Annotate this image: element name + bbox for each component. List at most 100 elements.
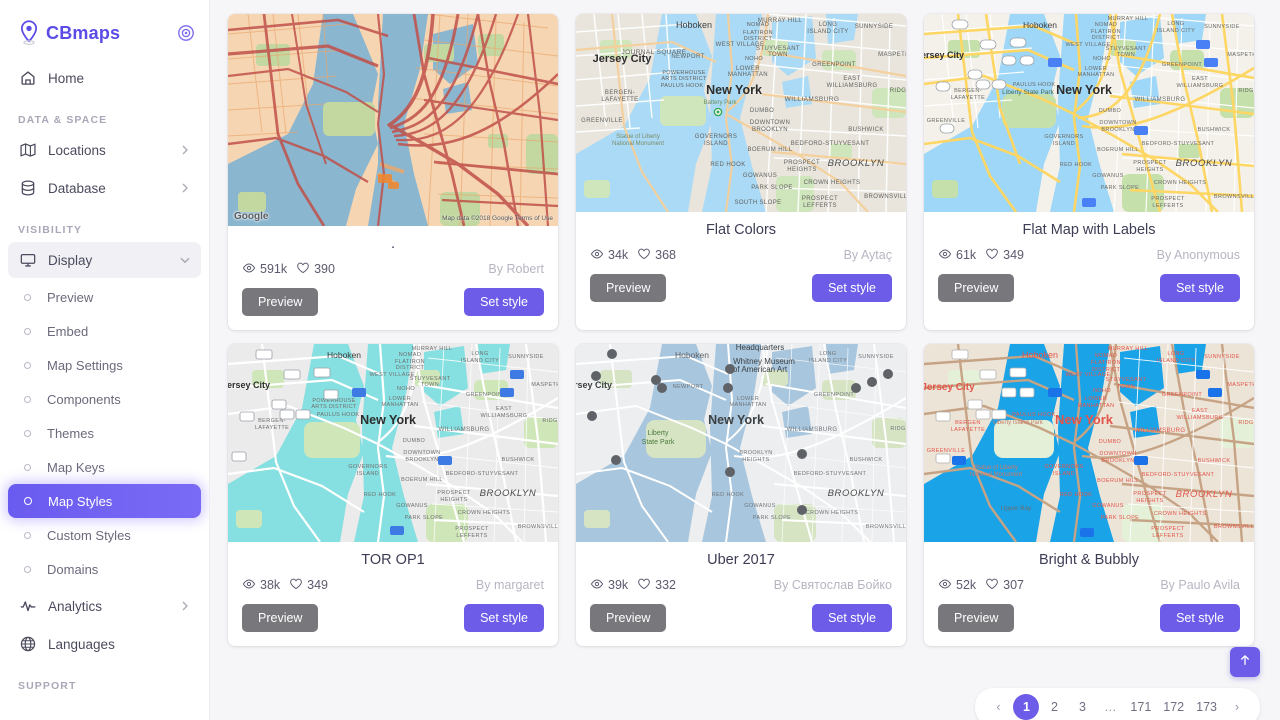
card-body: TOR OP1 38k 349 By margaret Preview Set … [228, 542, 558, 646]
svg-text:DISTRICT: DISTRICT [1092, 35, 1121, 41]
pagination-prev[interactable]: ‹ [985, 694, 1011, 720]
map-thumbnail-muted-grey[interactable]: Jersey City Hoboken New York Headquarter… [576, 344, 906, 542]
sidebar-item-embed[interactable]: Embed [8, 314, 201, 348]
card-body: . 591k 390 By Robert Preview Set style [228, 226, 558, 330]
svg-text:ISLAND: ISLAND [704, 141, 728, 147]
map-art [228, 14, 558, 226]
svg-text:DUMBO: DUMBO [1099, 108, 1122, 114]
sidebar-item-database[interactable]: Database [8, 170, 201, 206]
svg-text:ISLAND CITY: ISLAND CITY [1157, 28, 1195, 34]
svg-text:LONG: LONG [819, 22, 838, 28]
card-body: Flat Colors 34k 368 By Aytaç Preview Set… [576, 212, 906, 316]
pagination-page-171[interactable]: 171 [1125, 694, 1156, 720]
preview-button[interactable]: Preview [242, 604, 319, 632]
card-meta-row: 39k 332 By Святослав Бойко [590, 576, 892, 594]
set-style-button[interactable]: Set style [1160, 604, 1240, 632]
svg-text:GOVERNORS: GOVERNORS [1044, 464, 1083, 470]
pagination-next[interactable]: › [1224, 694, 1250, 720]
pagination-page-3[interactable]: 3 [1069, 694, 1095, 720]
svg-text:ARTS DISTRICT: ARTS DISTRICT [311, 404, 357, 410]
sidebar-item-domains[interactable]: Domains [8, 552, 201, 586]
map-thumbnail-vivid-blue[interactable]: Jersey City Hoboken New York Liberty Isl… [924, 344, 1254, 542]
pagination-page-1[interactable]: 1 [1013, 694, 1040, 720]
svg-text:LAFAYETTE: LAFAYETTE [255, 425, 289, 431]
svg-text:Jersey City: Jersey City [593, 53, 653, 65]
app-root: CBmaps Home DATA & SPACE Locations Datab… [0, 0, 1280, 720]
eye-icon [242, 261, 260, 278]
card-author: By Святослав Бойко [773, 578, 892, 592]
svg-text:MASPETH: MASPETH [878, 52, 906, 58]
map-thumbnail-turquoise-water[interactable]: Jersey City Hoboken New York PAULUS HOOK… [228, 344, 558, 542]
eye-icon [242, 577, 260, 594]
preview-button[interactable]: Preview [590, 274, 667, 302]
sidebar-item-custom-styles[interactable]: Custom Styles [8, 518, 201, 552]
set-style-button[interactable]: Set style [812, 604, 892, 632]
svg-text:GOVERNORS: GOVERNORS [1044, 134, 1083, 140]
svg-text:BROOKLYN: BROOKLYN [828, 488, 885, 499]
map-style-card[interactable]: Jersey City Hoboken New York Liberty Isl… [924, 344, 1254, 646]
svg-text:WEST VILLAGE: WEST VILLAGE [1065, 42, 1110, 48]
sidebar-item-languages[interactable]: Languages [8, 626, 201, 662]
preview-button[interactable]: Preview [938, 604, 1015, 632]
bullet-icon [24, 565, 31, 573]
preview-button[interactable]: Preview [938, 274, 1015, 302]
sidebar-item-themes[interactable]: Themes [8, 416, 201, 450]
svg-text:LAFAYETTE: LAFAYETTE [601, 97, 638, 103]
display-subnav: Preview Embed Map Settings Components Th… [0, 280, 209, 586]
svg-text:BROOKLYN: BROOKLYN [828, 158, 885, 169]
pagination-page-2[interactable]: 2 [1041, 694, 1067, 720]
pagination-page-172[interactable]: 172 [1158, 694, 1189, 720]
chevron-down-icon [179, 254, 191, 266]
sidebar-item-map-styles[interactable]: Map Styles [8, 484, 201, 518]
map-thumbnail-orange-roads[interactable]: Google Map data ©2018 Google Terms of Us… [228, 14, 558, 226]
set-style-button[interactable]: Set style [1160, 274, 1240, 302]
set-style-button[interactable]: Set style [464, 604, 544, 632]
map-style-card[interactable]: Jersey City Hoboken New York Liberty Sta… [924, 14, 1254, 330]
globe-icon [18, 634, 38, 654]
map-style-card[interactable]: JOURNAL SQUARE BERGEN- LAFAYETTE GREENVI… [576, 14, 906, 330]
card-author: By margaret [475, 578, 544, 592]
monitor-icon [18, 250, 38, 270]
scroll-to-top-button[interactable] [1230, 647, 1260, 677]
map-art: Jersey City Hoboken New York Liberty Sta… [924, 14, 1254, 212]
map-style-card[interactable]: Jersey City Hoboken New York PAULUS HOOK… [228, 344, 558, 646]
bullet-icon [24, 395, 31, 403]
sidebar-item-languages-label: Languages [48, 636, 115, 652]
pagination-page-173[interactable]: 173 [1191, 694, 1222, 720]
svg-text:LEFFERTS: LEFFERTS [456, 533, 487, 539]
sidebar-item-display-label: Display [48, 252, 93, 268]
svg-text:MANHATTAN: MANHATTAN [728, 72, 768, 78]
set-style-button[interactable]: Set style [812, 274, 892, 302]
sidebar-item-locations[interactable]: Locations [8, 132, 201, 168]
sidebar-item-map-settings[interactable]: Map Settings [8, 348, 201, 382]
preview-button[interactable]: Preview [590, 604, 667, 632]
map-art: Jersey City Hoboken New York Headquarter… [576, 344, 906, 542]
map-style-card[interactable]: Jersey City Hoboken New York Headquarter… [576, 344, 906, 646]
card-actions: Preview Set style [590, 274, 892, 302]
card-author: By Aytaç [843, 248, 892, 262]
svg-text:DUMBO: DUMBO [1099, 439, 1122, 445]
svg-text:of American Art: of American Art [733, 365, 788, 374]
sidebar-item-components[interactable]: Components [8, 382, 201, 416]
svg-text:NOHO: NOHO [397, 386, 415, 392]
set-style-button[interactable]: Set style [464, 288, 544, 316]
map-style-card[interactable]: Google Map data ©2018 Google Terms of Us… [228, 14, 558, 330]
preview-button[interactable]: Preview [242, 288, 319, 316]
svg-text:LONG: LONG [1167, 21, 1184, 27]
sidebar-section-visibility: VISIBILITY [18, 224, 83, 236]
sidebar-item-display[interactable]: Display [8, 242, 201, 278]
svg-text:MANHATTAN: MANHATTAN [1077, 72, 1114, 78]
sidebar-item-preview[interactable]: Preview [8, 280, 201, 314]
svg-text:Hoboken: Hoboken [1022, 350, 1058, 360]
heart-icon [985, 577, 1003, 594]
sidebar-item-themes-label: Themes [47, 425, 94, 441]
sidebar-item-map-keys[interactable]: Map Keys [8, 450, 201, 484]
target-circle-icon[interactable] [177, 24, 195, 42]
svg-text:ISLAND: ISLAND [357, 471, 379, 477]
svg-text:Liberty State Park: Liberty State Park [1002, 89, 1054, 96]
sidebar-item-analytics[interactable]: Analytics [8, 588, 201, 624]
sidebar-item-home[interactable]: Home [8, 60, 201, 96]
map-thumbnail-flat-beige[interactable]: JOURNAL SQUARE BERGEN- LAFAYETTE GREENVI… [576, 14, 906, 212]
svg-text:Battery Park: Battery Park [703, 100, 737, 106]
map-thumbnail-yellow-roads[interactable]: Jersey City Hoboken New York Liberty Sta… [924, 14, 1254, 212]
